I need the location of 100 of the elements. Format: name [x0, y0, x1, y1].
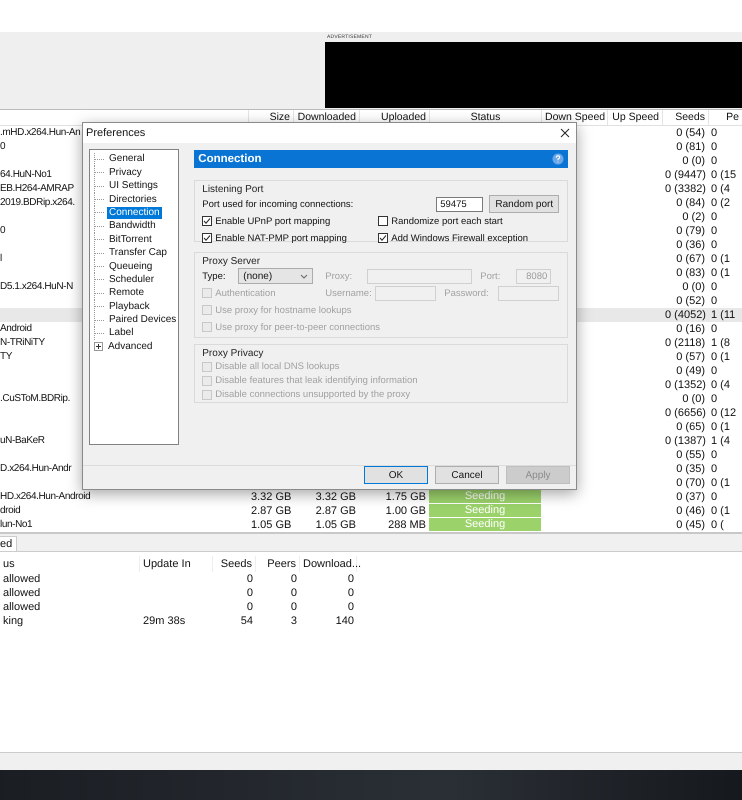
- table-cell-text: allowed: [2, 572, 42, 586]
- table-cell-text: 140: [334, 614, 355, 628]
- table-cell-text: 0 (70): [675, 476, 706, 490]
- torrent-name: .mHD.x264.Hun-An: [0, 126, 80, 140]
- port-field[interactable]: 59475: [436, 196, 484, 212]
- username-field[interactable]: [375, 286, 436, 301]
- field-label: Port used for incoming connections:: [202, 198, 354, 210]
- table-cell-text: 0 (4052): [664, 308, 707, 322]
- tree-item[interactable]: UI Settings: [107, 180, 160, 192]
- section-title: Connection: [198, 152, 262, 165]
- table-cell-text: 0 (67): [675, 252, 706, 266]
- checkbox-label: Enable NAT-PMP port mapping: [215, 232, 347, 244]
- column-header[interactable]: Pe: [708, 110, 742, 125]
- tree-item[interactable]: BitTorrent: [107, 234, 154, 246]
- table-cell-text: 0 (79): [675, 224, 706, 238]
- dialog-button[interactable]: OK: [364, 466, 428, 484]
- type-dropdown[interactable]: (none): [238, 268, 314, 284]
- checkbox-label: Enable UPnP port mapping: [215, 216, 330, 227]
- torrent-name: droid: [0, 504, 20, 518]
- tree-item[interactable]: Paired Devices: [107, 314, 178, 326]
- table-cell-text: 0 (37): [675, 490, 706, 504]
- dialog-button[interactable]: Cancel: [435, 466, 499, 484]
- table-cell-text: 0 (49): [675, 364, 706, 378]
- checkbox-label: Disable features that leak identifying information: [215, 375, 418, 386]
- table-cell-text: 0: [290, 586, 298, 600]
- tree-item[interactable]: Transfer Cap: [107, 247, 169, 260]
- table-cell-text: 0 (2): [681, 210, 706, 224]
- table-cell-text: 1.00 GB: [384, 504, 427, 518]
- table-cell-text: 0 (36): [675, 238, 706, 252]
- table-cell-text: 0: [246, 586, 254, 600]
- table-cell-text: 3: [290, 614, 298, 628]
- table-cell-text: 0 (52): [675, 294, 706, 308]
- tree-item[interactable]: Advanced: [106, 340, 154, 353]
- tree-item[interactable]: General: [107, 153, 147, 166]
- torrent-name: 64.HuN-No1: [0, 168, 52, 182]
- torrent-name: Android: [0, 322, 32, 336]
- table-cell-text: allowed: [2, 600, 42, 614]
- group-title: Proxy Privacy: [202, 346, 264, 360]
- column-header[interactable]: Up Speed: [607, 110, 662, 125]
- table-cell-text: 1 (11: [710, 308, 736, 322]
- table-cell-text: 0: [710, 322, 718, 336]
- table-cell-text: 0 (4: [710, 378, 731, 392]
- table-cell-text: 1.75 GB: [384, 490, 427, 504]
- column-header[interactable]: Update In: [140, 556, 213, 572]
- table-cell-text: 0: [246, 600, 254, 614]
- tree-item[interactable]: Directories: [107, 194, 159, 206]
- tree-item[interactable]: Connection: [107, 206, 162, 219]
- random-port-button[interactable]: Random port: [489, 195, 560, 214]
- close-icon[interactable]: [560, 128, 570, 138]
- tree-item[interactable]: Playback: [107, 300, 152, 313]
- table-cell-text: 0 (0): [681, 392, 706, 406]
- table-cell-text: 2.87 GB: [250, 504, 292, 518]
- checkbox-label: Use proxy for peer-to-peer connections: [215, 322, 380, 333]
- table-cell-text: 0: [346, 572, 355, 586]
- table-cell-text: 0: [710, 224, 718, 238]
- table-cell-text: 0 (1387): [664, 434, 707, 448]
- checkbox[interactable]: [378, 216, 388, 226]
- checkbox[interactable]: [378, 233, 388, 244]
- table-cell-text: 0: [710, 238, 718, 252]
- table-cell-text: 0: [710, 210, 718, 224]
- column-header[interactable]: Seeds: [213, 556, 256, 572]
- tree-item[interactable]: Privacy: [107, 166, 144, 179]
- table-cell-text: 0: [710, 392, 718, 406]
- torrent-name: EB.H264-AMRAP: [0, 182, 74, 196]
- chevron-icon: [300, 274, 308, 279]
- table-cell-text: 29m 38s: [142, 614, 186, 628]
- checkbox-label: Disable connections unsupported by the proxy: [215, 389, 410, 400]
- torrent-name: 0: [0, 224, 6, 238]
- table-cell-text: 0: [710, 154, 718, 168]
- table-cell-text: 54: [240, 614, 254, 628]
- tree-item[interactable]: Label: [107, 327, 136, 340]
- checkbox[interactable]: [202, 233, 212, 244]
- password-field[interactable]: [498, 286, 560, 301]
- panel-tab[interactable]: ed: [0, 536, 18, 551]
- table-cell-text: 0 (1: [710, 504, 731, 518]
- tree-item[interactable]: Remote: [107, 287, 146, 300]
- table-cell-text: 0 (57): [675, 350, 706, 364]
- table-cell-text: 0: [710, 462, 718, 476]
- torrent-name: N-TRiNiTY: [0, 336, 45, 350]
- proxy-field[interactable]: [367, 268, 472, 284]
- tree-item[interactable]: Queueing: [107, 260, 154, 273]
- torrent-name: TY: [0, 350, 12, 364]
- column-header[interactable]: Seeds: [662, 110, 708, 125]
- checkbox[interactable]: [202, 216, 212, 226]
- tree-item[interactable]: Scheduler: [107, 274, 156, 286]
- table-cell-text: 0: [710, 140, 718, 154]
- expand-icon[interactable]: [94, 342, 103, 352]
- table-cell-text: 0 (54): [675, 126, 706, 140]
- table-cell-text: 0 (83): [675, 266, 706, 280]
- table-cell-text: 0: [710, 126, 718, 140]
- help-icon[interactable]: [552, 152, 564, 165]
- table-cell-text: 0: [710, 448, 718, 462]
- table-cell-text: 0 (1: [710, 266, 731, 280]
- table-cell-text: 3.32 GB: [314, 490, 357, 504]
- column-header[interactable]: us: [0, 556, 140, 572]
- tree-item[interactable]: Bandwidth: [107, 220, 158, 232]
- group-title: Proxy Server: [202, 254, 260, 268]
- torrent-name: lun-No1: [0, 518, 32, 532]
- column-header[interactable]: Peers: [256, 556, 300, 572]
- table-cell-text: 0 (45): [675, 518, 706, 532]
